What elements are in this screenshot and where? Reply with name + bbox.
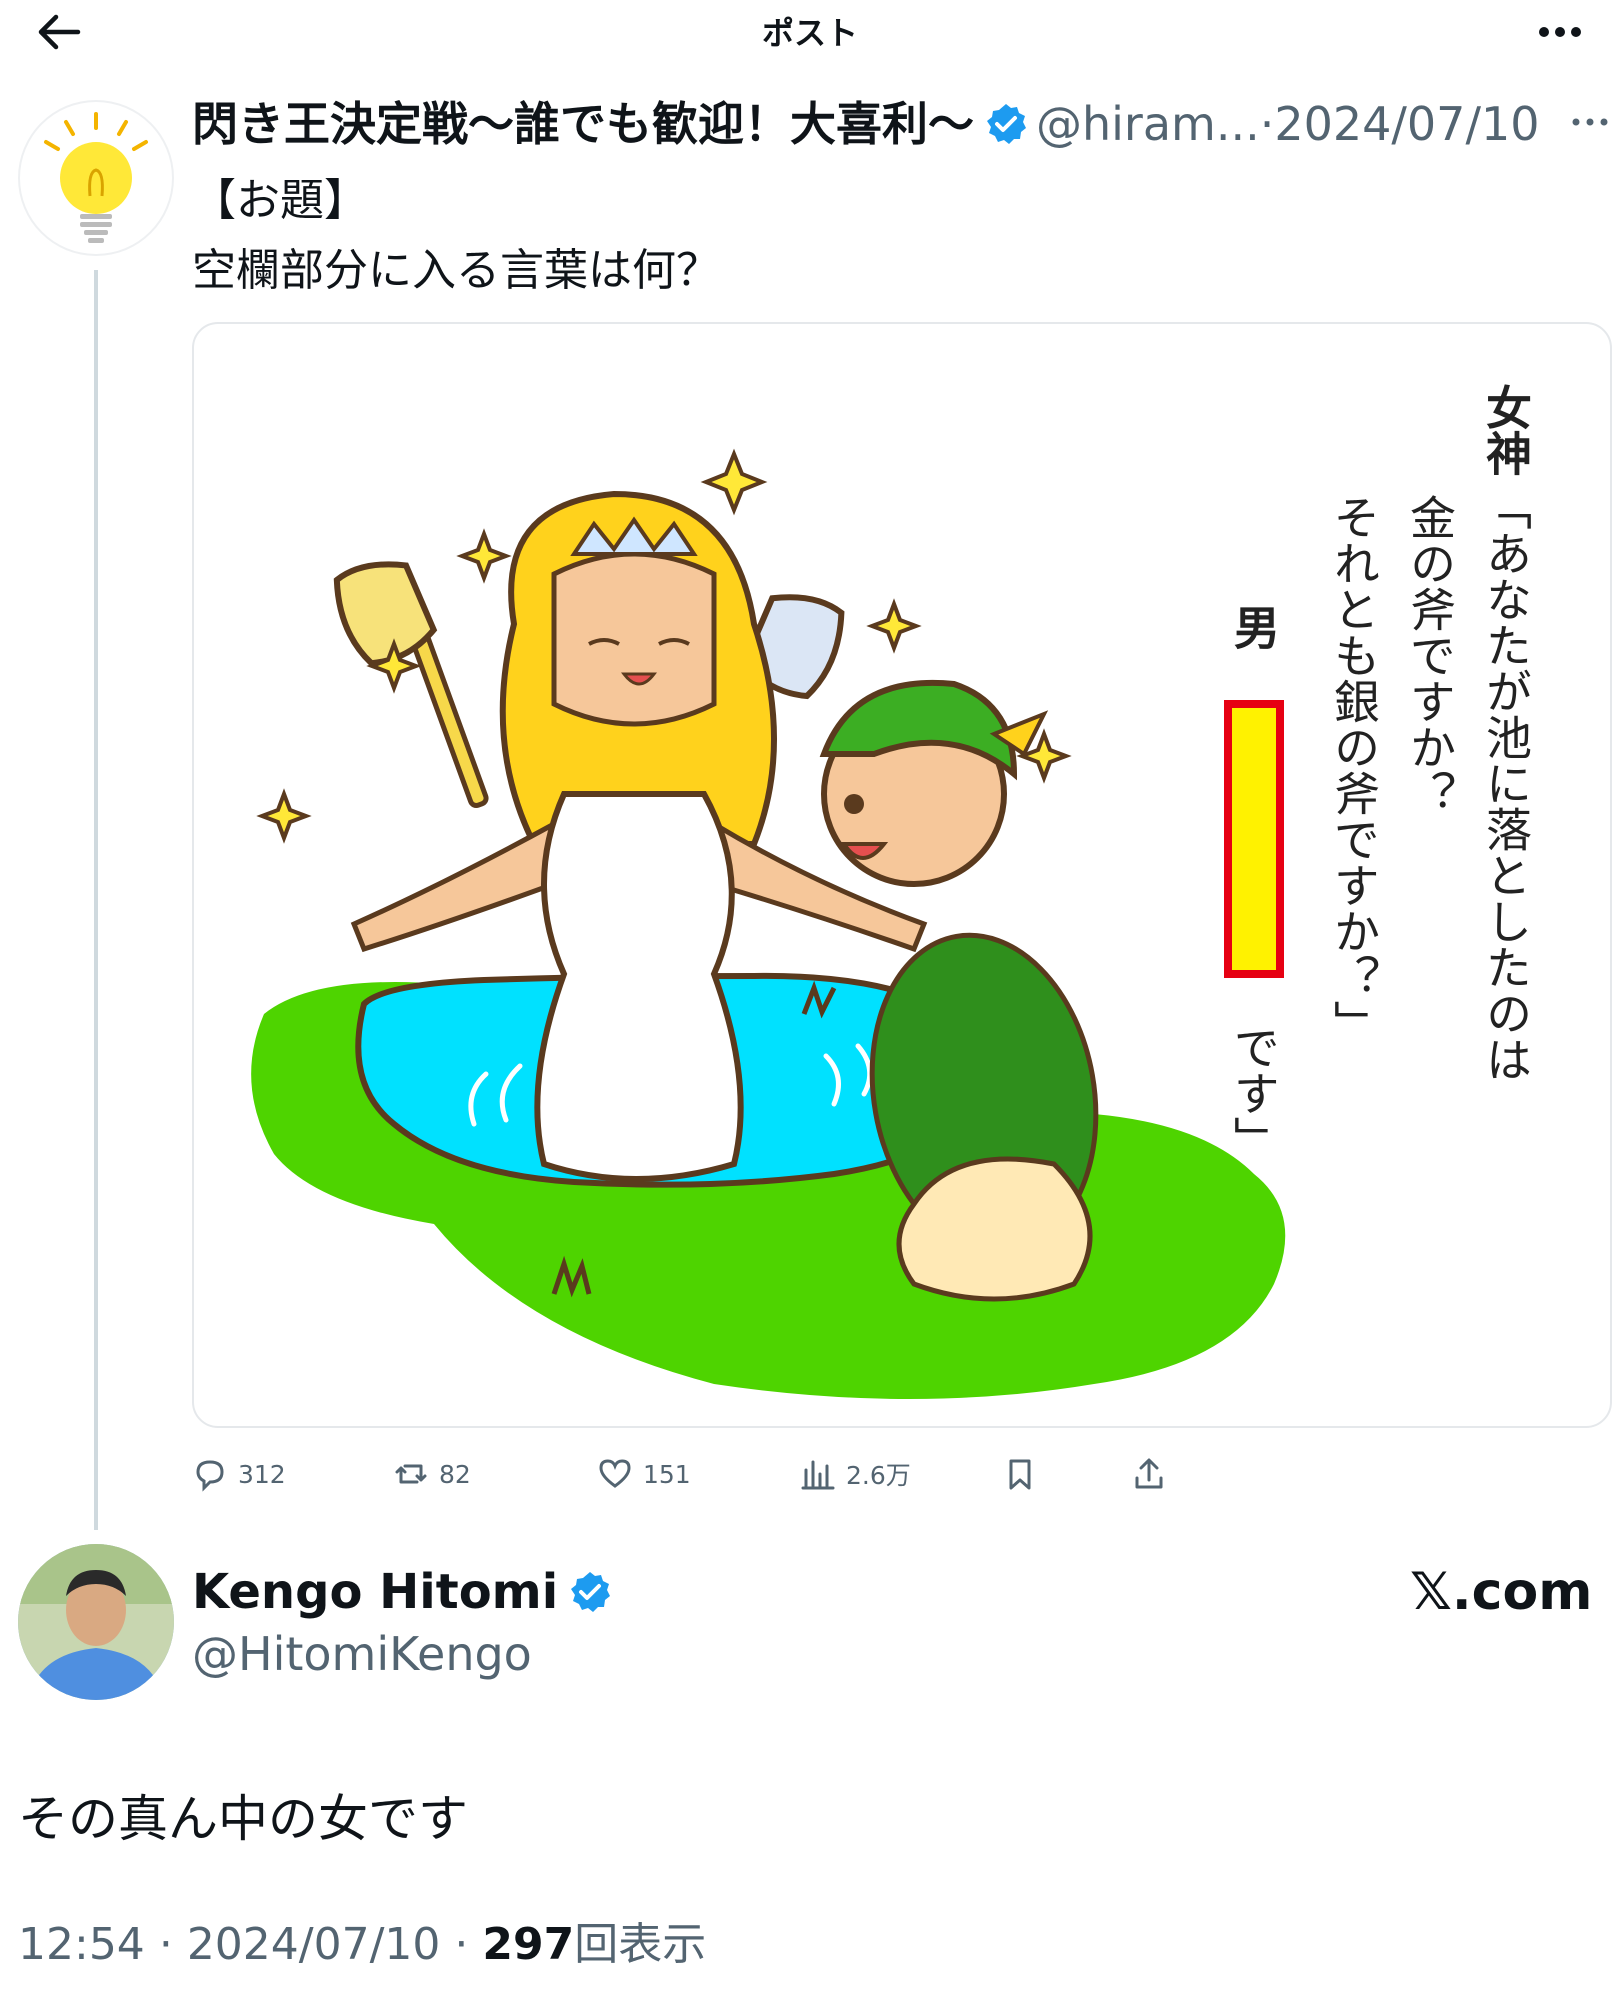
author-name[interactable]: Kengo Hitomi (192, 1564, 558, 1620)
author-handle[interactable]: @HitomiKengo (192, 1624, 532, 1684)
verified-badge-icon (571, 1572, 611, 1612)
blank-box (1224, 700, 1284, 978)
avatar[interactable] (18, 100, 174, 256)
more-horizontal-icon (1572, 118, 1608, 126)
more-horizontal-icon (1539, 27, 1581, 37)
bar-chart-icon (801, 1460, 835, 1490)
post-header: 閃き王決定戦〜誰でも歓迎！大喜利〜 @hiram...·2024/07/10 (192, 94, 1612, 154)
share-button[interactable] (1131, 1452, 1177, 1496)
like-count: 151 (643, 1459, 691, 1489)
views-label: 回表示 (574, 1919, 707, 1970)
separator: · (454, 1919, 469, 1970)
like-button[interactable]: 151 (597, 1452, 691, 1496)
man-quote-close: です」 (1227, 1024, 1281, 1162)
goddess-speaker: 女神 (1479, 384, 1533, 476)
author-name[interactable]: 閃き王決定戦〜誰でも歓迎！大喜利〜 (192, 97, 974, 151)
gold-axe (333, 561, 489, 809)
views-count: 2.6万 (846, 1461, 911, 1490)
post-image[interactable]: 女神 「あなたが池に落としたのは 金の斧ですか？ それとも銀の斧ですか？」 男 … (192, 322, 1612, 1428)
lightbulb-icon (44, 112, 148, 243)
profile-photo (18, 1544, 174, 1700)
post-date[interactable]: 2024/07/10 (1274, 97, 1539, 151)
avatar[interactable] (18, 1544, 174, 1700)
man-speaker: 男 (1227, 604, 1281, 650)
author-name-row: Kengo Hitomi (192, 1562, 620, 1622)
views-count: 297 (482, 1919, 575, 1970)
repost-button[interactable]: 82 (393, 1452, 471, 1496)
reply-button[interactable]: 312 (192, 1452, 286, 1496)
post-body-line: 【お題】 (192, 175, 368, 226)
post-date[interactable]: 2024/07/10 (187, 1919, 441, 1970)
separator: · (158, 1919, 173, 1970)
separator: · (1259, 97, 1275, 151)
heart-icon (599, 1459, 631, 1488)
goddess-line: それとも銀の斧ですか？」 (1327, 494, 1381, 1046)
views-button[interactable]: 2.6万 (800, 1452, 911, 1496)
post-body-line: 空欄部分に入る言葉は何？ (192, 245, 720, 296)
verified-badge-icon (987, 104, 1026, 144)
post-body: 【お題】 空欄部分に入る言葉は何？ (192, 166, 1572, 306)
post-meta: 12:54 · 2024/07/10 · 297回表示 (18, 1910, 706, 1980)
repost-icon (395, 1464, 427, 1484)
post-text: その真ん中の女です (18, 1790, 468, 1848)
bookmark-icon (1009, 1459, 1031, 1490)
page-title: ポスト (761, 14, 858, 52)
post-more-button[interactable] (1568, 96, 1612, 146)
author-handle[interactable]: @hiram... (1036, 97, 1260, 151)
reply-icon (196, 1460, 224, 1492)
x-logo[interactable]: 𝕏.com (1410, 1562, 1592, 1622)
bookmark-button[interactable] (1002, 1452, 1048, 1496)
goddess-line: 金の斧ですか？ (1403, 494, 1457, 816)
more-options-button[interactable] (1530, 8, 1590, 56)
post-time[interactable]: 12:54 (18, 1919, 145, 1970)
share-icon (1135, 1458, 1163, 1489)
reply-count: 312 (238, 1459, 286, 1489)
thread-connector-line (94, 270, 98, 1530)
goddess-line: 「あなたが池に落としたのは (1479, 484, 1533, 1082)
repost-count: 82 (439, 1459, 471, 1489)
illustration: 女神 「あなたが池に落としたのは 金の斧ですか？ それとも銀の斧ですか？」 男 … (251, 384, 1533, 1399)
